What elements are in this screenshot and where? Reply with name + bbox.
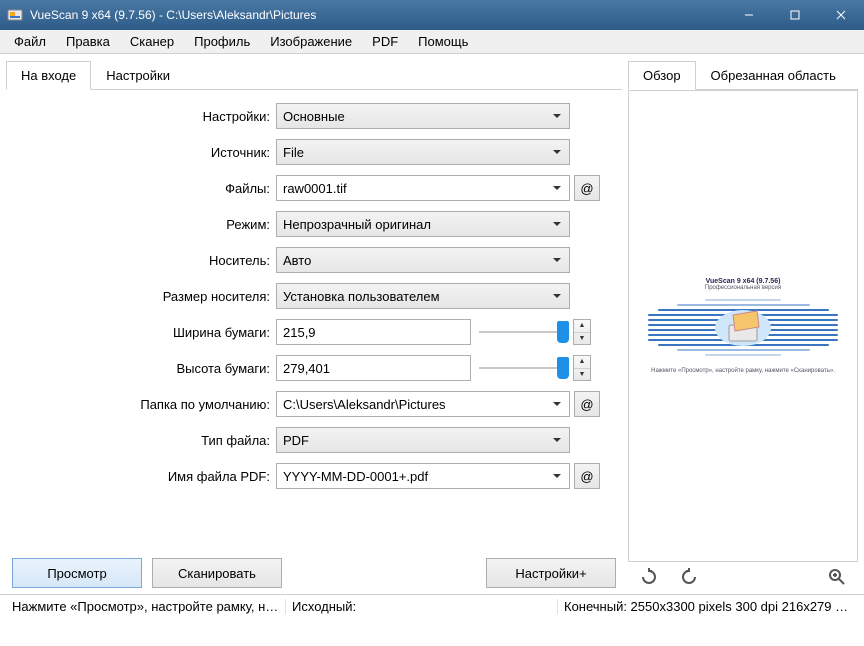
tab-cropped[interactable]: Обрезанная область	[696, 61, 851, 90]
preview-title: VueScan 9 x64 (9.7.56)	[648, 278, 838, 285]
minimize-button[interactable]	[726, 0, 772, 30]
maximize-button[interactable]	[772, 0, 818, 30]
action-button-row: Просмотр Сканировать Настройки+	[6, 552, 622, 588]
close-button[interactable]	[818, 0, 864, 30]
tab-overview[interactable]: Обзор	[628, 61, 696, 90]
chevron-down-icon[interactable]: ▼	[574, 333, 590, 345]
menu-pdf[interactable]: PDF	[362, 32, 408, 51]
chevron-up-icon[interactable]: ▲	[574, 356, 590, 369]
menu-scanner[interactable]: Сканер	[120, 32, 184, 51]
label-pdf-name: Имя файла PDF:	[12, 469, 276, 484]
scanner-illustration-icon	[648, 299, 838, 356]
label-default-folder: Папка по умолчанию:	[12, 397, 276, 412]
select-media-size[interactable]: Установка пользователем	[276, 283, 570, 309]
status-hint: Нажмите «Просмотр», настройте рамку, наж…	[6, 599, 286, 614]
label-settings: Настройки:	[12, 109, 276, 124]
label-media: Носитель:	[12, 253, 276, 268]
preview-button[interactable]: Просмотр	[12, 558, 142, 588]
rotate-left-icon[interactable]	[638, 566, 660, 588]
select-source[interactable]: File	[276, 139, 570, 165]
preview-subtitle: Профессиональная версия	[648, 285, 838, 291]
tab-input[interactable]: На входе	[6, 61, 91, 90]
settings-plus-button[interactable]: Настройки+	[486, 558, 616, 588]
rotate-right-icon[interactable]	[678, 566, 700, 588]
menu-help[interactable]: Помощь	[408, 32, 478, 51]
preview-pane: VueScan 9 x64 (9.7.56) Профессиональная …	[628, 90, 858, 562]
preview-toolbar	[628, 562, 858, 588]
app-icon	[6, 6, 24, 24]
preview-placeholder: VueScan 9 x64 (9.7.56) Профессиональная …	[648, 278, 838, 374]
input-paper-width[interactable]: 215,9	[276, 319, 471, 345]
tab-settings[interactable]: Настройки	[91, 61, 185, 90]
scan-button[interactable]: Сканировать	[152, 558, 282, 588]
label-media-size: Размер носителя:	[12, 289, 276, 304]
pdf-name-helper-button[interactable]: @	[574, 463, 600, 489]
select-file-type[interactable]: PDF	[276, 427, 570, 453]
slider-thumb-icon[interactable]	[557, 357, 569, 379]
slider-paper-height[interactable]	[479, 355, 569, 381]
label-source: Источник:	[12, 145, 276, 160]
menu-edit[interactable]: Правка	[56, 32, 120, 51]
left-tab-row: На входе Настройки	[6, 60, 622, 90]
right-panel: Обзор Обрезанная область VueScan 9 x64 (…	[628, 60, 858, 588]
status-dest: Конечный: 2550x3300 pixels 300 dpi 216x2…	[558, 599, 858, 614]
zoom-in-icon[interactable]	[826, 566, 848, 588]
label-files: Файлы:	[12, 181, 276, 196]
content-area: На входе Настройки Настройки: Основные И…	[0, 54, 864, 594]
browse-files-button[interactable]: @	[574, 175, 600, 201]
stepper-paper-height[interactable]: ▲▼	[573, 355, 591, 381]
combo-files[interactable]: raw0001.tif	[276, 175, 570, 201]
browse-folder-button[interactable]: @	[574, 391, 600, 417]
right-tab-row: Обзор Обрезанная область	[628, 60, 858, 90]
stepper-paper-width[interactable]: ▲▼	[573, 319, 591, 345]
left-panel: На входе Настройки Настройки: Основные И…	[6, 60, 622, 588]
combo-pdf-name[interactable]: YYYY-MM-DD-0001+.pdf	[276, 463, 570, 489]
titlebar: VueScan 9 x64 (9.7.56) - C:\Users\Aleksa…	[0, 0, 864, 30]
window-title: VueScan 9 x64 (9.7.56) - C:\Users\Aleksa…	[30, 8, 726, 22]
label-paper-width: Ширина бумаги:	[12, 325, 276, 340]
menu-profile[interactable]: Профиль	[184, 32, 260, 51]
status-source: Исходный:	[286, 599, 558, 614]
statusbar: Нажмите «Просмотр», настройте рамку, наж…	[0, 594, 864, 618]
label-paper-height: Высота бумаги:	[12, 361, 276, 376]
chevron-down-icon[interactable]: ▼	[574, 369, 590, 381]
menubar: Файл Правка Сканер Профиль Изображение P…	[0, 30, 864, 54]
input-tab-body: Настройки: Основные Источник: File Файлы…	[6, 90, 622, 552]
label-mode: Режим:	[12, 217, 276, 232]
menu-file[interactable]: Файл	[4, 32, 56, 51]
preview-hint: Нажмите «Просмотр», настройте рамку, наж…	[648, 368, 838, 374]
select-settings[interactable]: Основные	[276, 103, 570, 129]
slider-paper-width[interactable]	[479, 319, 569, 345]
select-media[interactable]: Авто	[276, 247, 570, 273]
combo-default-folder[interactable]: C:\Users\Aleksandr\Pictures	[276, 391, 570, 417]
chevron-up-icon[interactable]: ▲	[574, 320, 590, 333]
label-file-type: Тип файла:	[12, 433, 276, 448]
input-paper-height[interactable]: 279,401	[276, 355, 471, 381]
menu-image[interactable]: Изображение	[260, 32, 362, 51]
select-mode[interactable]: Непрозрачный оригинал	[276, 211, 570, 237]
slider-thumb-icon[interactable]	[557, 321, 569, 343]
